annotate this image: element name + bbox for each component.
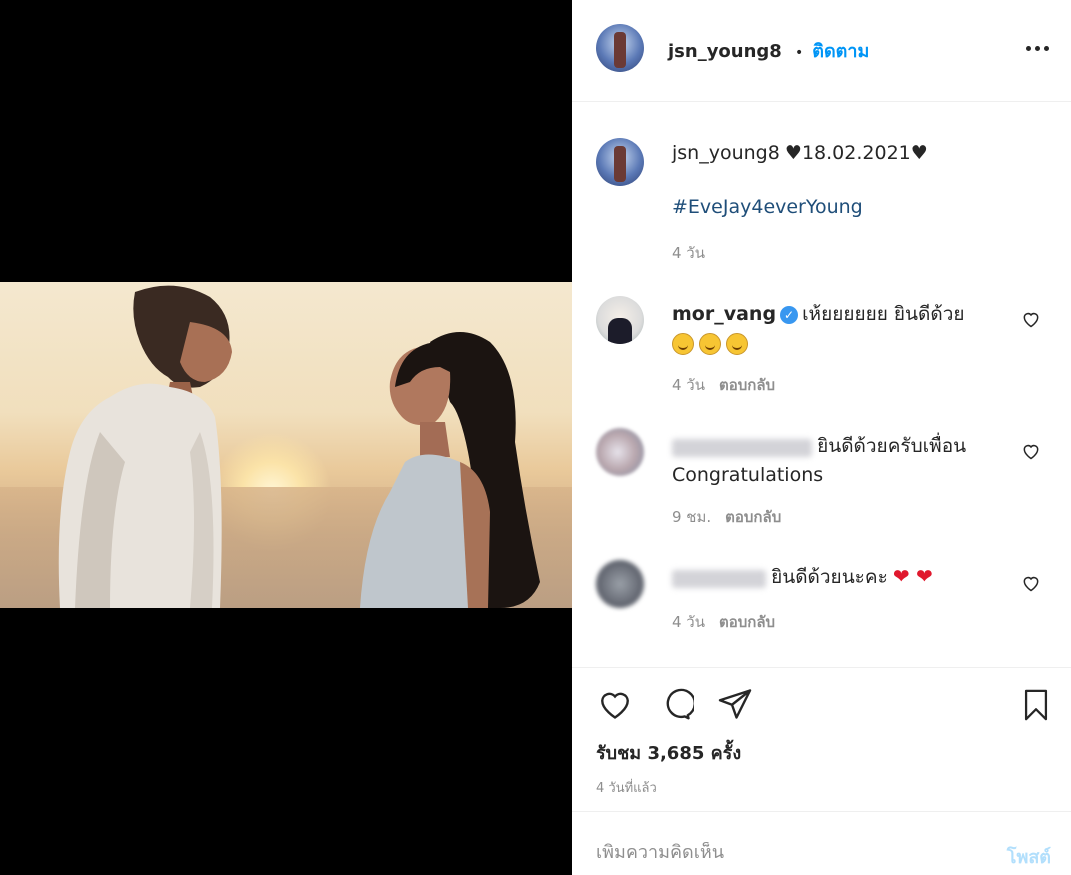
commenter-avatar[interactable] — [596, 296, 644, 344]
post-media[interactable] — [0, 0, 572, 875]
comment-meta: 9 ชม. ตอบกลับ — [672, 505, 781, 529]
separator-dot: • — [794, 45, 804, 61]
post-header: jsn_young8 • ติดตาม — [572, 0, 1071, 102]
comment-like-heart-icon[interactable] — [1021, 441, 1041, 461]
caption-hashtag[interactable]: #EveJay4everYoung — [672, 196, 863, 218]
verified-badge-icon: ✓ — [780, 306, 799, 324]
smile-emoji-icon — [726, 332, 748, 355]
post-timestamp[interactable]: 4 วันที่แล้ว — [596, 777, 657, 798]
comment-time[interactable]: 4 วัน — [672, 376, 705, 394]
smile-emoji-icon — [672, 332, 694, 355]
more-options-icon[interactable] — [1026, 46, 1049, 51]
add-comment-input[interactable] — [596, 842, 976, 863]
author-line: jsn_young8 • ติดตาม — [668, 36, 869, 65]
caption-avatar[interactable] — [596, 138, 644, 186]
comment-time[interactable]: 9 ชม. — [672, 508, 711, 526]
post-side-panel: jsn_young8 • ติดตาม jsn_young8 ♥18.02.20… — [572, 0, 1071, 875]
view-count[interactable]: รับชม 3,685 ครั้ง — [596, 738, 741, 767]
commenter-username[interactable]: mor_vang — [672, 303, 776, 325]
comment-text: ยินดีด้วยนะคะ — [771, 566, 888, 588]
commenter-username-blurred[interactable] — [672, 569, 766, 588]
woman-silhouette — [360, 332, 540, 608]
reply-button[interactable]: ตอบกลับ — [719, 613, 775, 631]
caption-time[interactable]: 4 วัน — [672, 241, 705, 265]
comment-text: ยินดีด้วยครับเพื่อน — [817, 435, 967, 457]
share-send-icon[interactable] — [716, 686, 754, 722]
comment-like-heart-icon[interactable] — [1021, 573, 1041, 593]
save-bookmark-icon[interactable] — [1019, 686, 1053, 724]
reply-button[interactable]: ตอบกลับ — [719, 376, 775, 394]
commenter-avatar[interactable] — [596, 560, 644, 608]
comment-body: mor_vang ✓ เห้ยยยยยย ยินดีด้วย — [672, 300, 1002, 357]
post-comment-button[interactable]: โพสต์ — [1007, 842, 1051, 871]
comment-text: เห้ยยยยยย ยินดีด้วย — [802, 303, 965, 325]
smile-emoji-icon — [699, 332, 721, 355]
comment-meta: 4 วัน ตอบกลับ — [672, 373, 775, 397]
comment-time[interactable]: 4 วัน — [672, 613, 705, 631]
man-silhouette — [58, 285, 232, 608]
caption-text: ♥18.02.2021♥ — [784, 142, 928, 164]
author-username[interactable]: jsn_young8 — [668, 41, 782, 62]
red-heart-emoji-icon: ❤ ❤ — [892, 564, 933, 588]
reply-button[interactable]: ตอบกลับ — [725, 508, 781, 526]
commenter-username-blurred[interactable] — [672, 438, 812, 457]
commenter-avatar[interactable] — [596, 428, 644, 476]
comment-like-heart-icon[interactable] — [1021, 309, 1041, 329]
comment-body: ยินดีด้วยนะคะ ❤ ❤ — [672, 562, 1002, 592]
comment-text-line2: Congratulations — [672, 464, 824, 486]
comment-meta: 4 วัน ตอบกลับ — [672, 610, 775, 634]
author-avatar[interactable] — [596, 24, 644, 72]
post-actions: รับชม 3,685 ครั้ง 4 วันที่แล้ว — [572, 667, 1071, 811]
follow-button[interactable]: ติดตาม — [812, 41, 869, 62]
post-photo[interactable] — [0, 282, 572, 608]
caption-username[interactable]: jsn_young8 — [672, 142, 780, 164]
caption-line: jsn_young8 ♥18.02.2021♥ — [672, 142, 928, 164]
comment-body: ยินดีด้วยครับเพื่อน Congratulations — [672, 432, 1002, 490]
add-comment-bar: โพสต์ — [572, 811, 1071, 875]
like-heart-icon[interactable] — [596, 686, 634, 722]
comment-bubble-icon[interactable] — [656, 686, 694, 722]
